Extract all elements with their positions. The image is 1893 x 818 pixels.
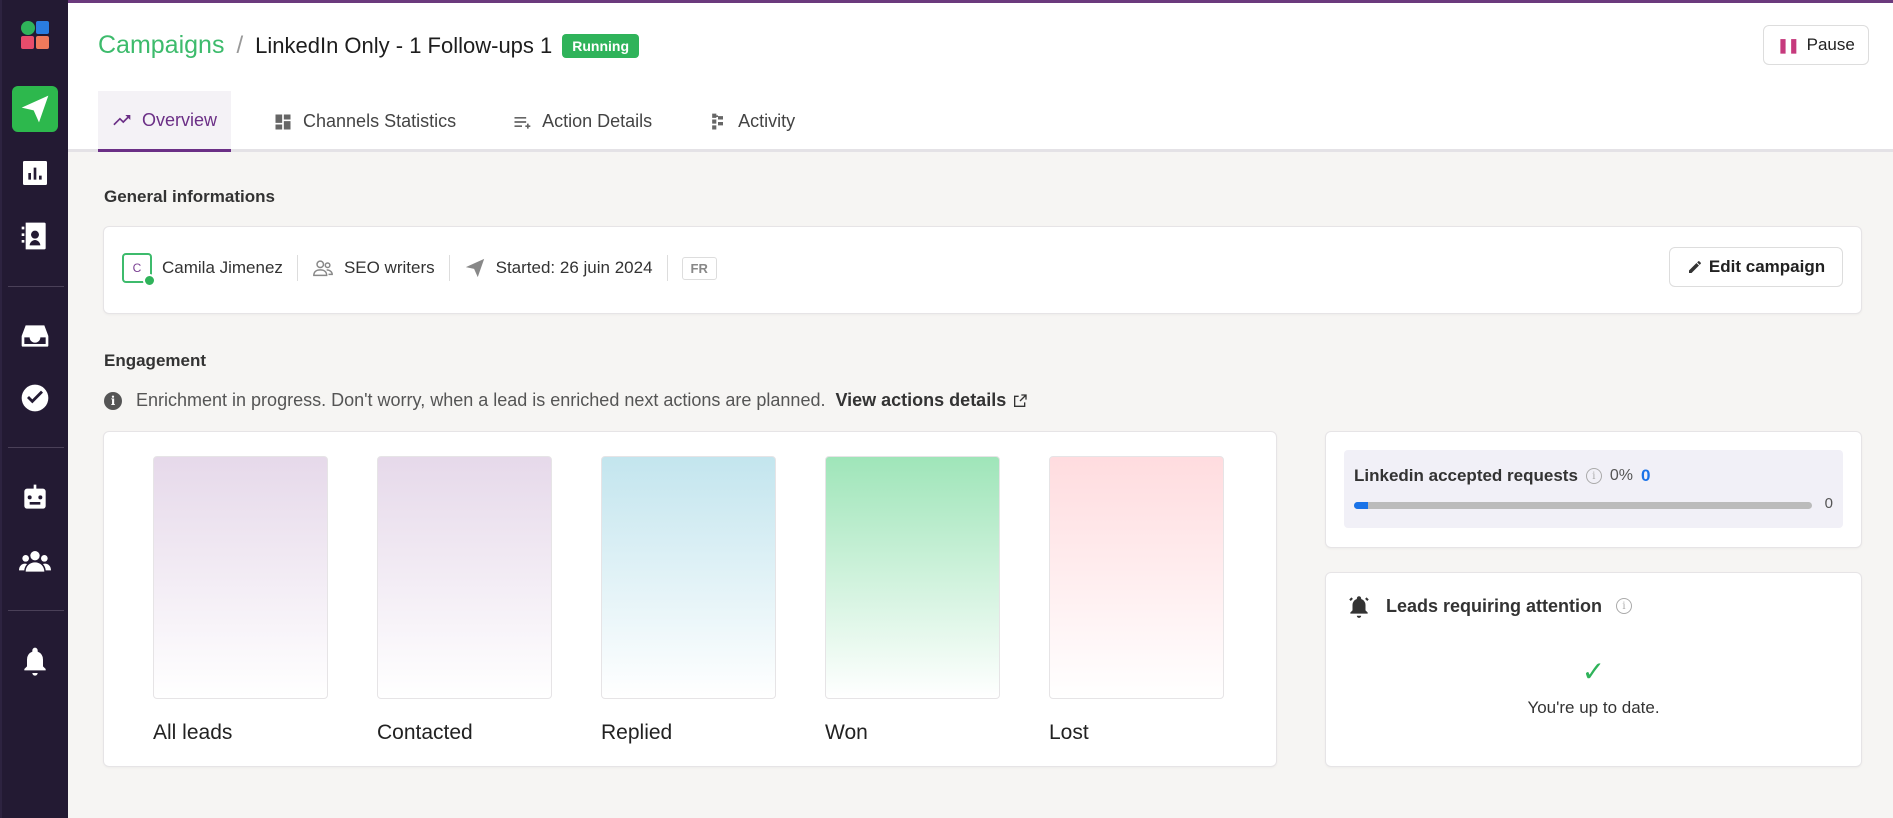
general-info-card: C Camila Jimenez SEO writers Started: 26…	[103, 226, 1862, 314]
progress-fill	[1354, 502, 1368, 509]
contacts-nav-icon[interactable]	[12, 213, 58, 259]
tab-channels-statistics[interactable]: Channels Statistics	[259, 91, 470, 152]
tree-icon	[712, 113, 724, 129]
tab-bar: Overview Channels Statistics Action Deta…	[98, 91, 837, 155]
stat-box	[1049, 456, 1224, 699]
sidebar-divider	[8, 286, 64, 287]
campaigns-nav-icon[interactable]	[12, 86, 58, 132]
stat-all-leads[interactable]: All leads	[153, 456, 328, 745]
status-badge: Running	[562, 33, 640, 58]
linkedin-requests-card: Linkedin accepted requests i 0% 0 0	[1325, 431, 1862, 548]
divider	[296, 255, 298, 281]
alarm-bell-icon	[1349, 596, 1369, 618]
stat-box	[825, 456, 1000, 699]
sidebar-divider	[8, 447, 64, 448]
stat-replied[interactable]: Replied	[601, 456, 776, 745]
breadcrumb: Campaigns / LinkedIn Only - 1 Follow-ups…	[98, 31, 640, 60]
divider	[666, 255, 668, 281]
inbox-nav-icon[interactable]	[12, 313, 58, 359]
stat-lost[interactable]: Lost	[1049, 456, 1224, 745]
leads-attention-title: Leads requiring attention i	[1346, 593, 1633, 619]
stat-label: Won	[825, 721, 868, 744]
trending-up-icon	[113, 115, 131, 126]
linkedin-progress-bar	[1354, 502, 1812, 509]
stat-contacted[interactable]: Contacted	[377, 456, 552, 745]
campaign-info-row: C Camila Jimenez SEO writers Started: 26…	[122, 253, 717, 287]
linkedin-percent: 0%	[1609, 467, 1634, 484]
stat-label: Lost	[1049, 721, 1089, 744]
team-name: SEO writers	[343, 258, 435, 277]
linkedin-requests-panel: Linkedin accepted requests i 0% 0 0	[1344, 450, 1843, 528]
tab-label: Channels Statistics	[303, 111, 457, 131]
pause-icon: ❚❚	[1777, 36, 1799, 53]
page-title: LinkedIn Only - 1 Follow-ups 1	[255, 32, 553, 58]
pause-label: Pause	[1806, 35, 1855, 54]
stat-won[interactable]: Won	[825, 456, 1000, 745]
edit-campaign-label: Edit campaign	[1708, 257, 1826, 276]
send-icon	[464, 257, 496, 279]
stat-label: Replied	[601, 721, 673, 744]
check-icon: ✓	[1581, 656, 1606, 687]
notice-text: Enrichment in progress. Don't worry, whe…	[136, 390, 826, 410]
page-header: Campaigns / LinkedIn Only - 1 Follow-ups…	[68, 0, 1893, 152]
breadcrumb-separator: /	[236, 31, 244, 59]
general-info-heading: General informations	[104, 187, 275, 206]
divider	[448, 255, 450, 281]
sidebar	[0, 0, 68, 818]
title-label: Linkedin accepted requests	[1354, 466, 1578, 485]
engagement-heading: Engagement	[104, 351, 207, 370]
linkedin-requests-title: Linkedin accepted requests i 0% 0	[1354, 466, 1651, 486]
info-icon[interactable]: i	[1616, 598, 1633, 614]
dashboard-icon	[275, 114, 291, 129]
avatar: C	[122, 253, 156, 287]
users-icon	[312, 257, 344, 279]
pause-button[interactable]: ❚❚ Pause	[1763, 25, 1869, 65]
online-status-dot	[143, 274, 156, 287]
analytics-nav-icon[interactable]	[12, 150, 58, 196]
stat-box	[377, 456, 552, 699]
notifications-bell-icon[interactable]	[12, 638, 58, 684]
view-actions-details-link[interactable]: View actions details	[835, 390, 1028, 411]
breadcrumb-campaigns-link[interactable]: Campaigns	[98, 31, 224, 60]
owner-name: Camila Jimenez	[162, 258, 283, 277]
edit-campaign-button[interactable]: Edit campaign	[1669, 247, 1843, 287]
tab-label: Action Details	[542, 111, 653, 131]
up-to-date-message: You're up to date.	[1527, 698, 1660, 717]
stat-label: Contacted	[377, 721, 473, 744]
sidebar-divider	[8, 610, 64, 611]
started-date: Started: 26 juin 2024	[495, 258, 653, 277]
stat-label: All leads	[153, 721, 233, 744]
tab-label: Overview	[142, 109, 218, 130]
app-logo-icon[interactable]	[12, 12, 58, 58]
language-badge: FR	[681, 256, 717, 280]
stat-box	[153, 456, 328, 699]
team-nav-icon[interactable]	[12, 538, 58, 584]
link-label: View actions details	[835, 390, 1007, 410]
info-icon: i	[104, 391, 122, 410]
external-link-icon	[1014, 393, 1027, 407]
tasks-nav-icon[interactable]	[12, 375, 58, 421]
tab-label: Activity	[738, 111, 796, 131]
list-icon	[514, 116, 531, 129]
title-label: Leads requiring attention	[1386, 595, 1603, 616]
enrichment-notice: i Enrichment in progress. Don't worry, w…	[104, 390, 1028, 411]
avatar-initial: C	[132, 261, 142, 275]
tab-overview[interactable]: Overview	[98, 91, 232, 152]
pencil-icon	[1688, 261, 1701, 273]
tab-action-details[interactable]: Action Details	[498, 91, 666, 152]
linkedin-count: 0	[1641, 466, 1651, 485]
stat-box	[601, 456, 776, 699]
tab-activity[interactable]: Activity	[694, 91, 809, 152]
bot-nav-icon[interactable]	[12, 475, 58, 521]
leads-attention-card: Leads requiring attention i ✓ You're up …	[1325, 572, 1862, 767]
info-icon[interactable]: i	[1585, 468, 1602, 484]
engagement-card: All leads Contacted Replied Won Lost	[103, 431, 1277, 767]
progress-max-value: 0	[1824, 495, 1833, 512]
